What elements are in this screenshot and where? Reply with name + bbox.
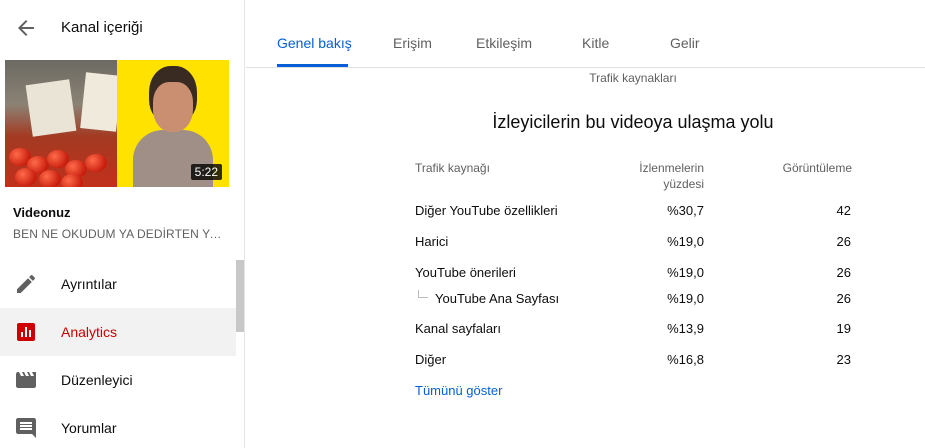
table-row-views: 42 bbox=[836, 203, 851, 218]
tab-engagement[interactable]: Etkileşim bbox=[476, 35, 532, 51]
tab-active-indicator bbox=[277, 64, 348, 67]
header-view-percent-line2: yüzdesi bbox=[663, 177, 704, 191]
table-row-views: 19 bbox=[836, 321, 851, 336]
table-row-source: YouTube önerileri bbox=[415, 265, 516, 280]
pencil-icon bbox=[17, 274, 35, 293]
tab-audience[interactable]: Kitle bbox=[582, 35, 609, 51]
arrow-back-icon[interactable] bbox=[14, 16, 38, 40]
table-row-percent: %19,0 bbox=[667, 265, 704, 280]
table-row-percent: %19,0 bbox=[667, 291, 704, 306]
tab-overview[interactable]: Genel bakış bbox=[277, 35, 352, 51]
header-views: Görüntüleme bbox=[782, 161, 852, 175]
card-subtitle: Trafik kaynakları bbox=[589, 71, 677, 85]
table-row-percent: %30,7 bbox=[667, 203, 704, 218]
video-duration: 5:22 bbox=[190, 164, 222, 180]
table-row-source: Harici bbox=[415, 234, 449, 249]
show-all-link[interactable]: Tümünü göster bbox=[415, 383, 502, 398]
sidebar-item-comments[interactable]: Yorumlar bbox=[0, 404, 236, 448]
sidebar-scrollbar[interactable] bbox=[236, 260, 244, 332]
card-title: İzleyicilerin bu videoya ulaşma yolu bbox=[492, 112, 774, 132]
tab-revenue[interactable]: Gelir bbox=[670, 35, 700, 51]
header-view-percent-line1: İzlenmelerin bbox=[639, 161, 704, 175]
sidebar-item-details[interactable]: Ayrıntılar bbox=[0, 260, 236, 308]
table-row-source: Diğer YouTube özellikleri bbox=[415, 203, 558, 218]
table-row-percent: %13,9 bbox=[667, 321, 704, 336]
video-label: Videonuz bbox=[13, 205, 71, 220]
main-content: Genel bakış Erişim Etkileşim Kitle Gelir… bbox=[246, 0, 925, 448]
table-row-source: Diğer bbox=[415, 352, 447, 367]
sub-row-indent-marker bbox=[418, 290, 428, 298]
analytics-tabs: Genel bakış Erişim Etkileşim Kitle Gelir bbox=[246, 0, 925, 68]
sidebar: Kanal içeriği 5:22 Videonuz BEN NE OKUDU… bbox=[0, 0, 245, 448]
sidebar-item-label: Düzenleyici bbox=[61, 372, 133, 388]
header-view-percent: İzlenmelerin yüzdesi bbox=[616, 160, 704, 192]
table-row-source: Kanal sayfaları bbox=[415, 321, 501, 336]
table-subrow-source: YouTube Ana Sayfası bbox=[435, 291, 560, 306]
table-row-percent: %19,0 bbox=[667, 234, 704, 249]
table-row-views: 26 bbox=[836, 265, 851, 280]
video-thumbnail[interactable]: 5:22 bbox=[5, 60, 229, 187]
thumbnail-left-image bbox=[5, 60, 122, 187]
sidebar-item-analytics[interactable]: Analytics bbox=[0, 308, 236, 356]
table-row-views: 26 bbox=[836, 291, 851, 306]
analytics-icon bbox=[17, 323, 35, 341]
tab-reach[interactable]: Erişim bbox=[393, 35, 432, 51]
table-row-percent: %16,8 bbox=[667, 352, 704, 367]
video-title: BEN NE OKUDUM YA DEDİRTEN YAZ... bbox=[13, 227, 228, 241]
sidebar-item-editor[interactable]: Düzenleyici bbox=[0, 356, 236, 404]
table-row-views: 26 bbox=[836, 234, 851, 249]
sidebar-header: Kanal içeriği bbox=[0, 0, 244, 56]
clapperboard-icon bbox=[16, 372, 36, 388]
table-row-views: 23 bbox=[836, 352, 851, 367]
header-traffic-source: Trafik kaynağı bbox=[415, 161, 490, 175]
sidebar-item-label: Ayrıntılar bbox=[61, 276, 117, 292]
sidebar-item-label: Analytics bbox=[61, 324, 118, 340]
comment-icon bbox=[16, 418, 36, 438]
sidebar-title: Kanal içeriği bbox=[61, 19, 143, 36]
sidebar-item-label: Yorumlar bbox=[61, 420, 117, 436]
